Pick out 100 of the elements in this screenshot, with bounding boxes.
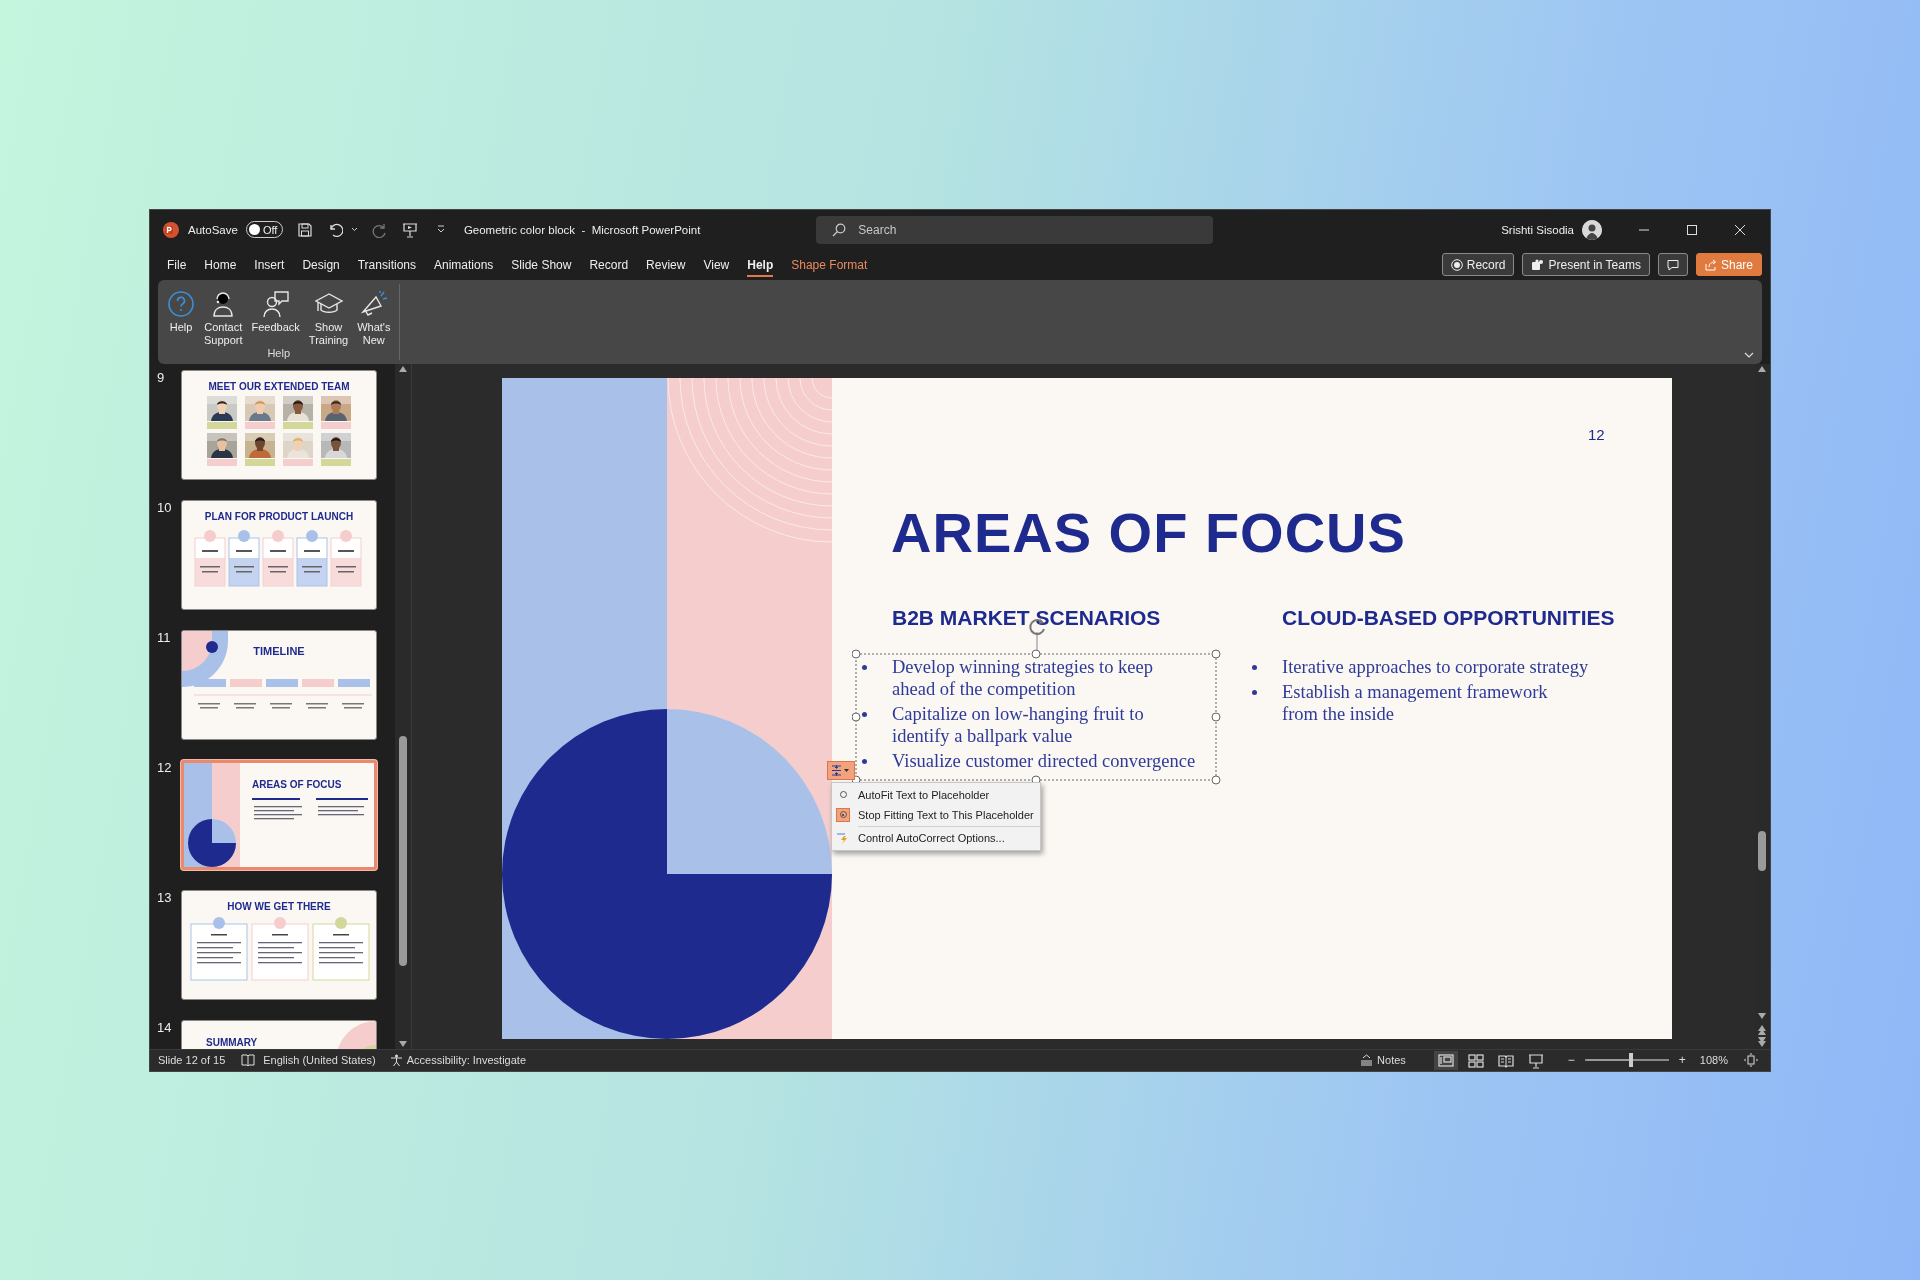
window-title: Geometric color block - Microsoft PowerPoint [463, 223, 701, 236]
group-label: Help [267, 346, 291, 359]
ribbon-tab[interactable]: View [695, 251, 738, 278]
presentation-icon[interactable] [401, 221, 418, 238]
autosave-toggle[interactable]: Off [245, 221, 283, 238]
thumbnail-title: PLAN FOR PRODUCT LAUNCH [204, 510, 354, 522]
ribbon-tab[interactable]: Help [739, 251, 782, 278]
ribbon-button[interactable]: Feedback [248, 289, 303, 334]
ribbon-tab[interactable]: Insert [246, 251, 293, 278]
thumbnail-title: SUMMARY [206, 1036, 258, 1048]
ribbon-tab[interactable]: File [159, 251, 195, 278]
maximize-icon [1686, 223, 1698, 236]
slide-thumbnail[interactable]: MEET OUR EXTENDED TEAM [181, 369, 377, 480]
slide-thumbnail[interactable]: AREAS OF FOCUS [181, 759, 377, 870]
close-icon [1734, 223, 1746, 236]
avatar-icon[interactable] [1582, 219, 1602, 240]
thumbnail-title: TIMELINE [253, 644, 305, 657]
ribbon-tab[interactable]: Shape Format [783, 251, 876, 278]
bullet-dot [862, 758, 867, 764]
zoom-level[interactable]: 108% [1699, 1054, 1728, 1066]
ribbon-button[interactable]: Help [164, 289, 198, 334]
bullet-text: Develop winning strategies to keep ahead of the competition [892, 655, 1153, 700]
scrollbar[interactable] [395, 363, 411, 1049]
teams-button[interactable]: Present in Teams [1522, 253, 1650, 276]
accessibility-icon [389, 1053, 403, 1067]
radio-button[interactable] [836, 807, 850, 822]
slide-thumbnail[interactable]: HOW WE GET THERE [181, 889, 377, 1000]
bullet-text: Iterative approaches to corporate strategy [1282, 655, 1589, 678]
slide-number: 13 [156, 889, 173, 907]
name-tag [207, 421, 237, 429]
bullet-text: Visualize customer directed convergence [892, 749, 1196, 772]
menu-item[interactable]: AutoFit Text to Placeholder [832, 784, 1040, 805]
customize-caret-icon[interactable] [435, 225, 446, 234]
ribbon-tab[interactable]: Record [581, 251, 637, 278]
scrollbar-thumb[interactable] [399, 735, 407, 966]
slide-number: 10 [156, 499, 173, 517]
autosave-label: AutoSave [188, 223, 238, 236]
ribbon-tab[interactable]: Animations [426, 251, 502, 278]
ribbon-button[interactable]: Contact Support [201, 289, 246, 347]
scroll-and-slide-nav-icon[interactable] [1758, 1012, 1766, 1047]
zoom-slider-thumb[interactable] [1628, 1053, 1633, 1067]
slide-number: 14 [156, 1019, 173, 1037]
notes-button[interactable]: Notes [1377, 1054, 1406, 1066]
comment-button[interactable] [1657, 253, 1688, 276]
menu-item[interactable]: Control AutoCorrect Options... [832, 827, 1040, 848]
name-tag [283, 421, 313, 429]
scrollbar[interactable] [1754, 363, 1770, 1049]
person-speech-bubble-icon [261, 289, 290, 318]
normal-view-button[interactable] [1433, 1050, 1458, 1070]
slide-thumbnail[interactable]: PLAN FOR PRODUCT LAUNCH [181, 499, 377, 610]
app-logo-icon [162, 220, 180, 239]
menu-item[interactable]: Stop Fitting Text to This Placeholder [832, 804, 1040, 825]
accessibility-status[interactable]: Accessibility: Investigate [406, 1054, 526, 1066]
slide-number: 11 [156, 629, 172, 647]
ribbon-tab[interactable]: Home [196, 251, 245, 278]
bullet-dot [1252, 664, 1257, 670]
column-heading: B2B MARKET SCENARIOS [891, 605, 1162, 630]
collapse-ribbon-icon[interactable] [1744, 351, 1754, 358]
column-heading: CLOUD-BASED OPPORTUNITIES [1281, 605, 1615, 630]
ribbon-tab[interactable]: Design [294, 251, 348, 278]
lightning-icon [836, 830, 850, 845]
search-input[interactable]: Search [856, 221, 1161, 238]
slide-thumbnail[interactable]: SUMMARY [181, 1019, 377, 1049]
user-name: Srishti Sisodia [1501, 223, 1574, 236]
comment-icon [1666, 258, 1679, 271]
fit-to-window-icon[interactable] [1744, 1053, 1758, 1067]
scroll-up-icon[interactable] [1758, 365, 1766, 372]
ribbon-button[interactable]: What's New [354, 289, 394, 347]
name-tag [321, 458, 351, 466]
scrollbar-thumb[interactable] [1758, 830, 1766, 871]
ribbon-tab[interactable]: Review [638, 251, 694, 278]
notes-icon [1360, 1054, 1374, 1066]
redo-icon[interactable] [371, 221, 388, 238]
name-tag [207, 458, 237, 466]
bullet-dot [1252, 689, 1257, 695]
name-tag [245, 421, 275, 429]
language-status[interactable]: English (United States) [263, 1054, 376, 1066]
slide-number: 9 [156, 369, 166, 387]
share-icon [1704, 258, 1717, 271]
autofit-icon [831, 763, 851, 777]
caret-icon[interactable] [350, 227, 358, 232]
slide-title: AREAS OF FOCUS [891, 499, 1406, 565]
search-icon [832, 222, 847, 237]
ribbon-button[interactable]: Show Training [305, 289, 352, 347]
bullet-dot [862, 711, 867, 717]
slide-thumbnail[interactable]: TIMELINE [181, 629, 377, 740]
name-tag [283, 458, 313, 466]
thumbnail-title: HOW WE GET THERE [227, 900, 331, 912]
ribbon-tab[interactable]: Slide Show [503, 251, 580, 278]
record-button[interactable]: Record [1441, 253, 1515, 276]
zoom-out-button[interactable]: − [1565, 1053, 1577, 1067]
bullet-text: Capitalize on low-hanging fruit to identify a ballpark value [892, 702, 1144, 747]
bullet-text: Establish a management framework from the inside [1282, 680, 1548, 725]
autofit-options-button[interactable] [827, 760, 855, 780]
search-field[interactable]: Search [816, 215, 1214, 244]
zoom-in-button[interactable]: + [1676, 1053, 1688, 1067]
ribbon-tab[interactable]: Transitions [349, 251, 424, 278]
thumbnail-title: AREAS OF FOCUS [252, 778, 342, 790]
save-icon[interactable] [296, 221, 313, 238]
record-icon [1450, 258, 1463, 271]
